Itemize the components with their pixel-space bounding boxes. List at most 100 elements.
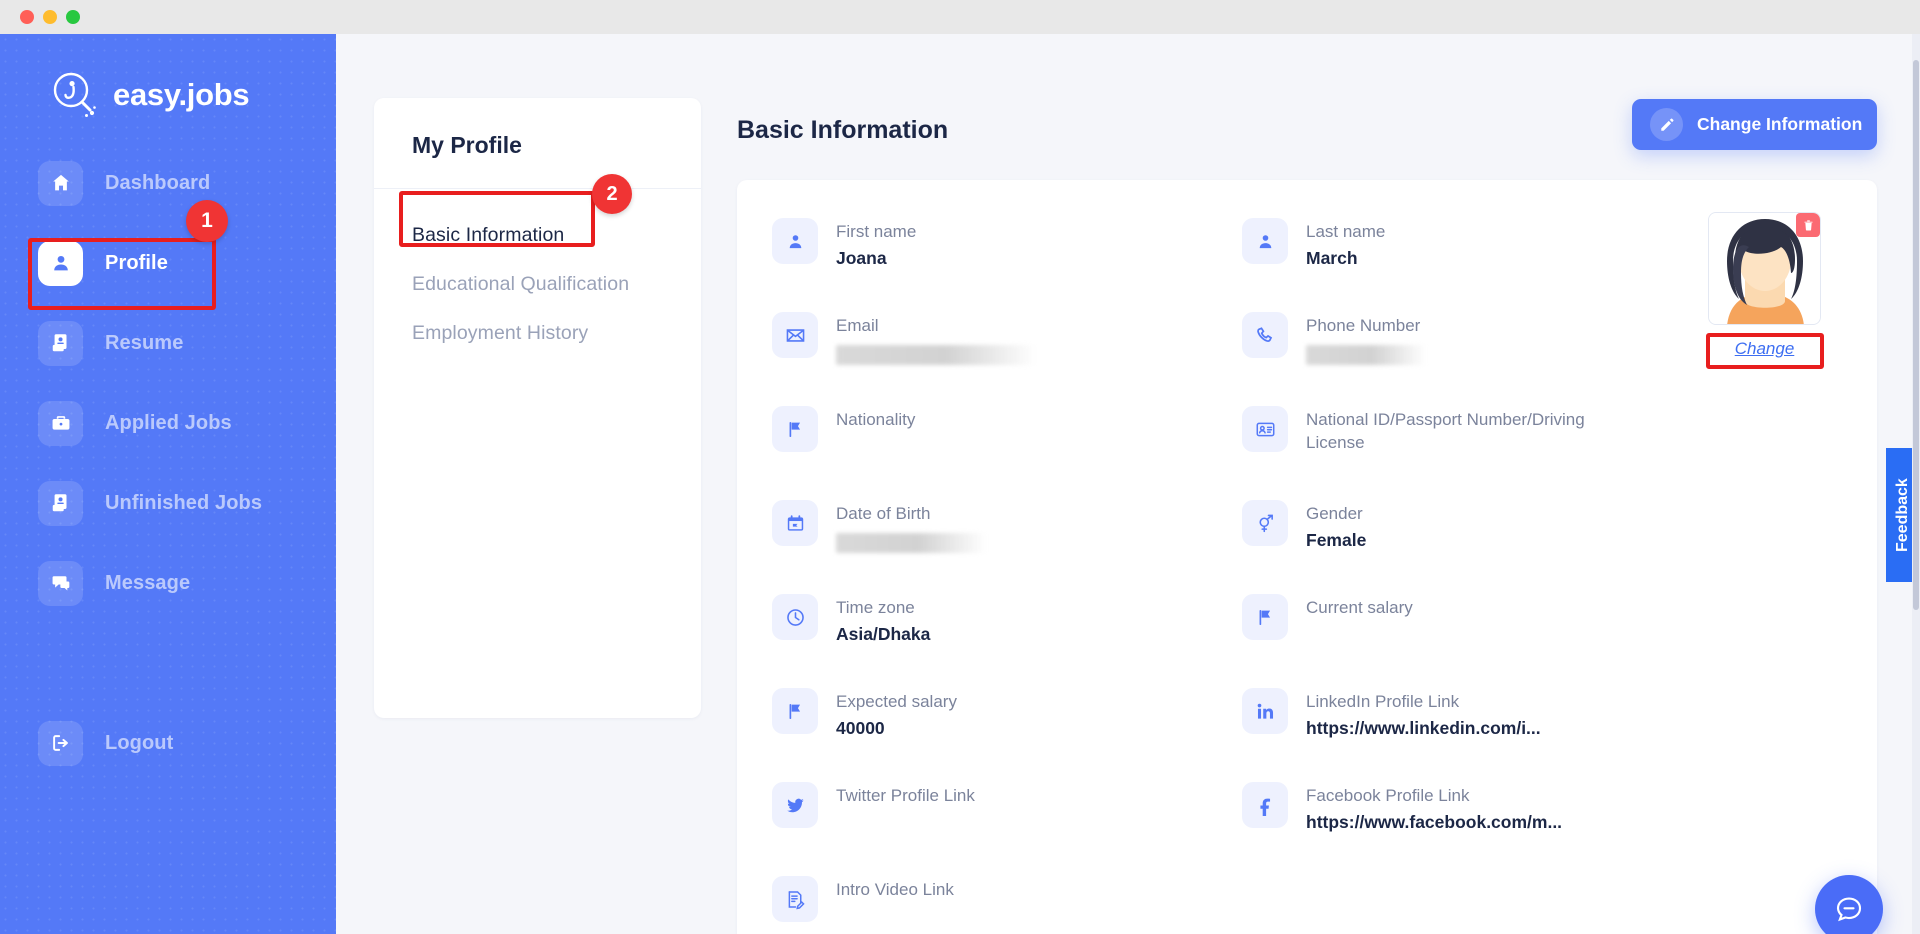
- page-title: Basic Information: [737, 116, 949, 144]
- tab-employment-history[interactable]: Employment History: [374, 309, 701, 358]
- calendar-icon: [772, 500, 818, 546]
- flag-icon: [772, 406, 818, 452]
- sidebar-item-unfinished-jobs[interactable]: Unfinished Jobs: [0, 472, 336, 534]
- field-first-name: First name Joana: [772, 212, 1242, 306]
- field-label: Intro Video Link: [836, 880, 954, 899]
- field-body: Last name March: [1306, 218, 1385, 269]
- field-value: [836, 906, 954, 928]
- avatar: [1708, 212, 1821, 325]
- chat-bubble-icon: [1836, 897, 1862, 922]
- pencil-icon: [1650, 108, 1683, 141]
- my-profile-card: My Profile Basic Information Educational…: [374, 98, 701, 718]
- user-icon: [1242, 218, 1288, 264]
- field-current-salary: Current salary: [1242, 588, 1712, 682]
- field-label: First name: [836, 222, 917, 241]
- linkedin-icon: [1242, 688, 1288, 734]
- video-note-icon: [772, 876, 818, 922]
- avatar-delete-button[interactable]: [1796, 213, 1820, 237]
- field-body: Facebook Profile Link https://www.facebo…: [1306, 782, 1562, 833]
- field-value: March: [1306, 248, 1358, 269]
- sidebar-item-resume[interactable]: Resume: [0, 312, 336, 374]
- field-value: [1306, 624, 1413, 646]
- field-body: Twitter Profile Link: [836, 782, 975, 834]
- field-date-of-birth: Date of Birth: [772, 494, 1242, 588]
- window-close-button[interactable]: [20, 10, 34, 24]
- page-viewport: easy.jobs Dashboard Profile Resume Appli…: [0, 34, 1920, 934]
- profile-tab-list: Basic Information Educational Qualificat…: [374, 189, 701, 358]
- field-label: Current salary: [1306, 598, 1413, 617]
- field-body: First name Joana: [836, 218, 916, 269]
- window-maximize-button[interactable]: [66, 10, 80, 24]
- field-body: Intro Video Link: [836, 876, 954, 928]
- field-label: Gender: [1306, 504, 1363, 523]
- sidebar-item-label: Profile: [105, 251, 168, 274]
- id-card-icon: [1242, 406, 1288, 452]
- field-body: National ID/Passport Number/Driving Lice…: [1306, 406, 1646, 481]
- field-email: Email: [772, 306, 1242, 400]
- field-grid: First name Joana Last name March Email P…: [772, 212, 1712, 934]
- browser-titlebar: [0, 0, 1920, 34]
- field-value: [836, 812, 975, 834]
- field-body: Nationality: [836, 406, 915, 458]
- facebook-icon: [1242, 782, 1288, 828]
- logout-container: Logout: [0, 712, 336, 792]
- page-scrollbar-thumb[interactable]: [1913, 60, 1919, 610]
- avatar-change-link[interactable]: Change: [1708, 339, 1821, 359]
- field-body: Expected salary 40000: [836, 688, 957, 739]
- page-scrollbar-track[interactable]: [1912, 34, 1920, 934]
- sidebar-item-dashboard[interactable]: Dashboard: [0, 152, 336, 214]
- tab-educational-qualification[interactable]: Educational Qualification: [374, 260, 701, 309]
- sidebar-item-label: Resume: [105, 331, 184, 354]
- field-gender: Gender Female: [1242, 494, 1712, 588]
- sidebar-item-profile[interactable]: Profile: [0, 232, 336, 294]
- sidebar-item-label: Dashboard: [105, 171, 211, 194]
- sidebar-item-applied-jobs[interactable]: Applied Jobs: [0, 392, 336, 454]
- resume-icon: [38, 480, 83, 526]
- field-value: https://www.linkedin.com/i...: [1306, 718, 1541, 739]
- phone-icon: [1242, 312, 1288, 358]
- field-label: Last name: [1306, 222, 1386, 241]
- field-body: Date of Birth: [836, 500, 986, 554]
- field-body: Gender Female: [1306, 500, 1366, 551]
- field-nationality: Nationality: [772, 400, 1242, 494]
- sidebar-item-label: Unfinished Jobs: [105, 491, 263, 514]
- sidebar-item-message[interactable]: Message: [0, 552, 336, 614]
- field-value: [1306, 459, 1646, 481]
- user-icon: [38, 240, 83, 286]
- gender-icon: [1242, 500, 1288, 546]
- field-label: Twitter Profile Link: [836, 786, 975, 805]
- sidebar-nav: Dashboard Profile Resume Applied Jobs Un…: [0, 152, 336, 614]
- field-body: LinkedIn Profile Link https://www.linked…: [1306, 688, 1541, 739]
- chat-support-button[interactable]: [1815, 875, 1883, 934]
- field-value-redacted: [836, 345, 1036, 366]
- field-label: Email: [836, 316, 879, 335]
- field-value-redacted: [1306, 345, 1426, 366]
- my-profile-title: My Profile: [412, 132, 522, 158]
- screenshot-root: easy.jobs Dashboard Profile Resume Appli…: [0, 0, 1920, 934]
- field-value: 40000: [836, 718, 885, 739]
- sidebar-item-logout[interactable]: Logout: [0, 712, 336, 774]
- field-facebook-profile-link: Facebook Profile Link https://www.facebo…: [1242, 776, 1712, 870]
- field-label: Date of Birth: [836, 504, 931, 523]
- field-body: Phone Number: [1306, 312, 1426, 366]
- field-value: Female: [1306, 530, 1367, 551]
- user-icon: [772, 218, 818, 264]
- field-label: National ID/Passport Number/Driving Lice…: [1306, 410, 1585, 453]
- avatar-block: Change: [1708, 212, 1821, 359]
- field-value: https://www.facebook.com/m...: [1306, 812, 1563, 833]
- field-label: Nationality: [836, 410, 916, 429]
- clock-icon: [772, 594, 818, 640]
- tab-basic-information[interactable]: Basic Information: [374, 211, 701, 260]
- twitter-icon: [772, 782, 818, 828]
- trash-icon: [1803, 219, 1813, 230]
- field-label: Time zone: [836, 598, 915, 617]
- field-label: Phone Number: [1306, 316, 1421, 335]
- window-minimize-button[interactable]: [43, 10, 57, 24]
- field-value: Asia/Dhaka: [836, 624, 931, 645]
- change-information-button[interactable]: Change Information: [1632, 99, 1877, 150]
- sidebar-item-label: Logout: [105, 731, 174, 754]
- change-information-label: Change Information: [1697, 114, 1863, 134]
- annotation-badge-1: 1: [186, 200, 228, 242]
- field-value: Joana: [836, 248, 887, 269]
- easyjobs-logo-icon: [48, 69, 100, 121]
